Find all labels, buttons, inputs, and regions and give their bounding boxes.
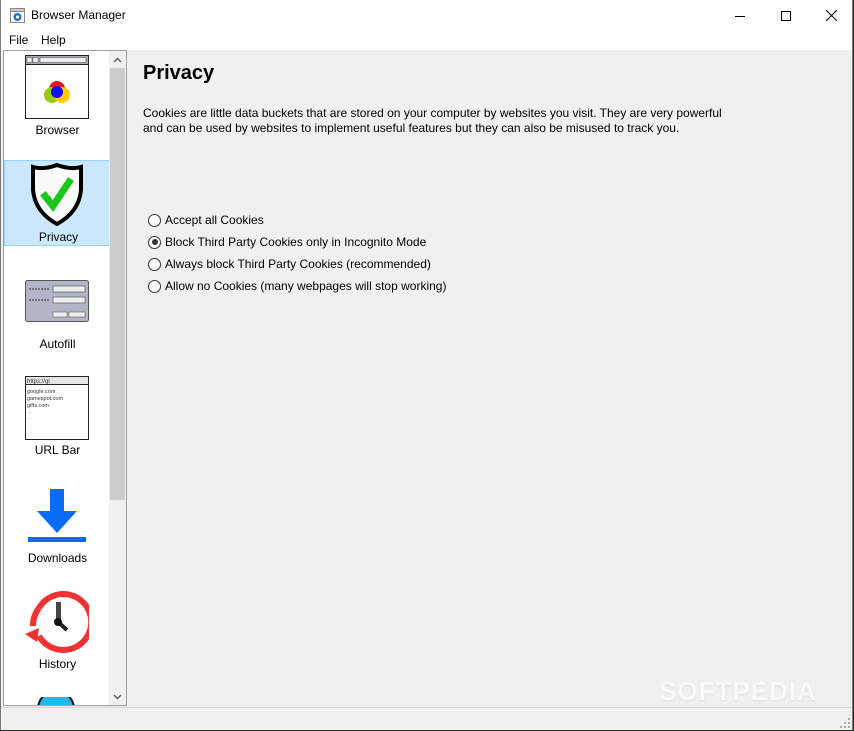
- privacy-description: Cookies are little data buckets that are…: [143, 106, 722, 135]
- window-title: Browser Manager: [31, 8, 126, 22]
- scroll-up-button[interactable]: [109, 51, 126, 68]
- radio-button[interactable]: [148, 213, 161, 227]
- sidebar-item-label: Privacy: [38, 230, 79, 244]
- radio-button[interactable]: [148, 235, 161, 249]
- shield-check-icon: [31, 162, 83, 226]
- close-button[interactable]: [808, 0, 854, 31]
- sidebar-scrollbar[interactable]: [109, 51, 126, 705]
- resize-grip-icon[interactable]: [840, 718, 850, 728]
- sidebar-item-downloads[interactable]: Downloads: [4, 481, 111, 567]
- svg-text:gamespot.com: gamespot.com: [27, 396, 63, 402]
- watermark: SOFTPEDIA: [659, 676, 817, 706]
- radio-always-block-third-party[interactable]: Always block Third Party Cookies (recomm…: [148, 255, 431, 273]
- radio-label: Always block Third Party Cookies (recomm…: [165, 257, 431, 271]
- chevron-up-icon: [113, 56, 122, 63]
- globe-icon: [37, 697, 75, 705]
- svg-text:...: ...: [27, 415, 32, 421]
- svg-text:https://gl: https://gl: [27, 379, 50, 385]
- sidebar-item-label: Downloads: [27, 551, 88, 565]
- sidebar-item-browser[interactable]: Browser: [4, 51, 111, 137]
- minimize-button[interactable]: [717, 0, 763, 31]
- sidebar-item-label: Browser: [35, 123, 80, 137]
- maximize-button[interactable]: [763, 0, 809, 31]
- minimize-icon: [735, 15, 745, 17]
- radio-label: Block Third Party Cookies only in Incogn…: [165, 235, 427, 249]
- radio-label: Accept all Cookies: [165, 213, 264, 227]
- sidebar-item-url-bar[interactable]: https://gl google.com gamespot.com gifts…: [4, 374, 111, 460]
- browser-icon: [25, 55, 89, 119]
- radio-accept-all-cookies[interactable]: Accept all Cookies: [148, 211, 264, 229]
- menu-file[interactable]: File: [8, 33, 29, 47]
- download-icon: [28, 489, 86, 542]
- radio-button[interactable]: [148, 279, 161, 293]
- sidebar-nav: Browser Privacy Autofill https://gl goog…: [3, 50, 127, 706]
- title-bar: Browser Manager: [1, 0, 852, 31]
- sidebar-item-label: URL Bar: [34, 443, 81, 457]
- sidebar-item-label: Autofill: [39, 337, 76, 351]
- history-icon: [25, 591, 89, 653]
- svg-text:google.com: google.com: [27, 389, 56, 395]
- status-bar: [1, 707, 852, 730]
- radio-block-third-party-incognito[interactable]: Block Third Party Cookies only in Incogn…: [148, 233, 426, 251]
- sidebar-item-label: History: [38, 657, 77, 671]
- menu-help[interactable]: Help: [40, 33, 67, 47]
- sidebar-item-privacy[interactable]: Privacy: [4, 160, 111, 246]
- sidebar-item-autofill[interactable]: Autofill: [4, 267, 111, 353]
- app-icon: [10, 8, 25, 23]
- menu-bar: File Help: [1, 31, 852, 50]
- url-bar-icon: https://gl google.com gamespot.com gifts…: [25, 376, 89, 440]
- close-icon: [825, 10, 837, 21]
- maximize-icon: [781, 10, 791, 21]
- sidebar-item-history[interactable]: History: [4, 588, 111, 674]
- page-title: Privacy: [143, 62, 215, 84]
- scroll-thumb[interactable]: [110, 68, 125, 500]
- privacy-panel: Privacy Cookies are little data buckets …: [129, 50, 852, 706]
- radio-label: Allow no Cookies (many webpages will sto…: [165, 279, 447, 293]
- radio-button[interactable]: [148, 257, 161, 271]
- app-window: Browser Manager File Help Browser Privac…: [0, 0, 853, 730]
- form-icon: [25, 280, 89, 322]
- chevron-down-icon: [113, 693, 122, 700]
- radio-allow-no-cookies[interactable]: Allow no Cookies (many webpages will sto…: [148, 277, 446, 295]
- scroll-down-button[interactable]: [109, 688, 126, 705]
